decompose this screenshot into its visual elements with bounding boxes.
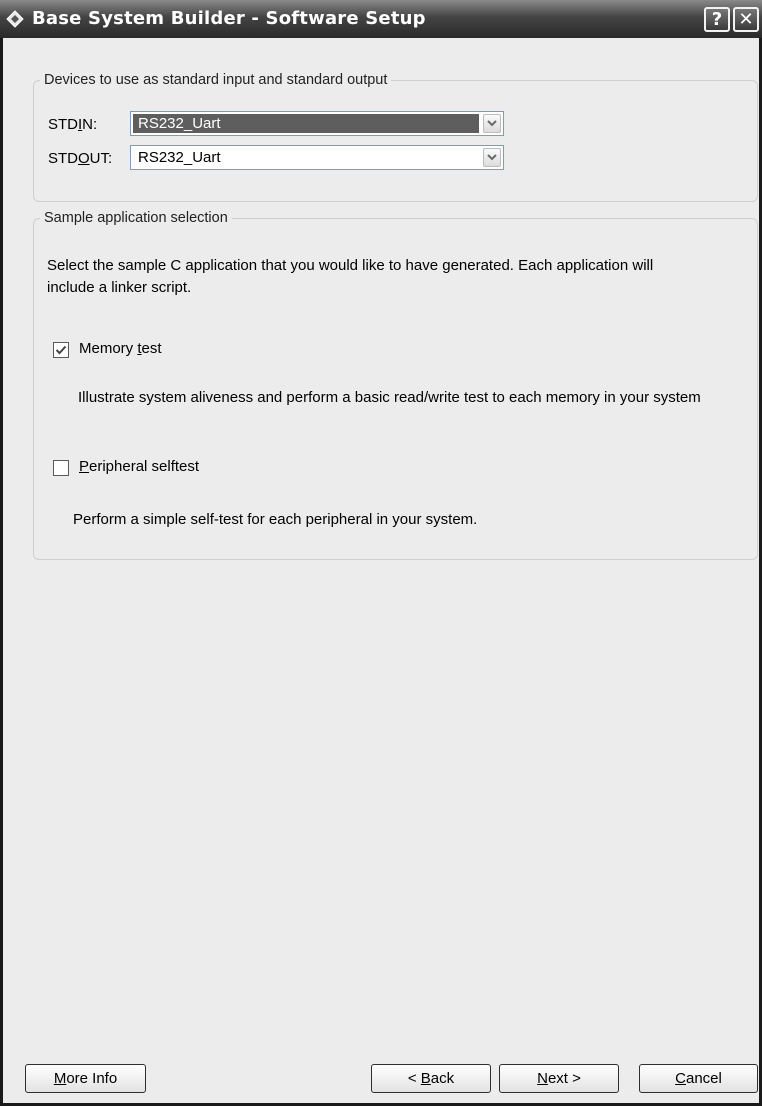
sample-app-intro: Select the sample C application that you… <box>47 257 654 296</box>
stdin-value: RS232_Uart <box>133 114 479 133</box>
back-button[interactable]: < Back <box>371 1064 491 1093</box>
stdout-value: RS232_Uart <box>138 149 221 166</box>
chevron-down-icon <box>487 120 497 127</box>
checkmark-icon <box>55 345 67 355</box>
stdin-dropdown-button[interactable] <box>483 114 501 133</box>
memory-test-checkbox[interactable] <box>53 342 69 358</box>
app-diamond-icon <box>6 10 24 28</box>
peripheral-selftest-description: Perform a simple self-test for each peri… <box>73 511 478 528</box>
io-devices-group: Devices to use as standard input and sta… <box>33 72 758 202</box>
peripheral-selftest-checkbox[interactable] <box>53 460 69 476</box>
close-button[interactable]: ✕ <box>733 7 759 32</box>
memory-test-label[interactable]: Memory test <box>79 340 162 357</box>
help-button[interactable]: ? <box>704 7 730 32</box>
memory-test-description: Illustrate system aliveness and perform … <box>78 389 701 406</box>
io-devices-legend: Devices to use as standard input and sta… <box>44 72 388 88</box>
stdout-select[interactable]: RS232_Uart <box>130 145 504 170</box>
sample-app-legend: Sample application selection <box>44 210 228 226</box>
wizard-window: Base System Builder - Software Setup ? ✕… <box>0 0 762 1106</box>
window-title: Base System Builder - Software Setup <box>32 8 426 29</box>
stdout-label: STDOUT: <box>48 150 113 167</box>
chevron-down-icon <box>487 154 497 161</box>
next-button[interactable]: Next > <box>499 1064 619 1093</box>
title-bar[interactable]: Base System Builder - Software Setup ? ✕ <box>0 0 762 38</box>
stdout-dropdown-button[interactable] <box>483 148 501 167</box>
stdin-select[interactable]: RS232_Uart <box>130 111 504 136</box>
more-info-button[interactable]: More Info <box>25 1064 146 1093</box>
cancel-button[interactable]: Cancel <box>639 1064 758 1093</box>
stdin-label: STDIN: <box>48 116 98 133</box>
peripheral-selftest-label[interactable]: Peripheral selftest <box>79 458 199 475</box>
